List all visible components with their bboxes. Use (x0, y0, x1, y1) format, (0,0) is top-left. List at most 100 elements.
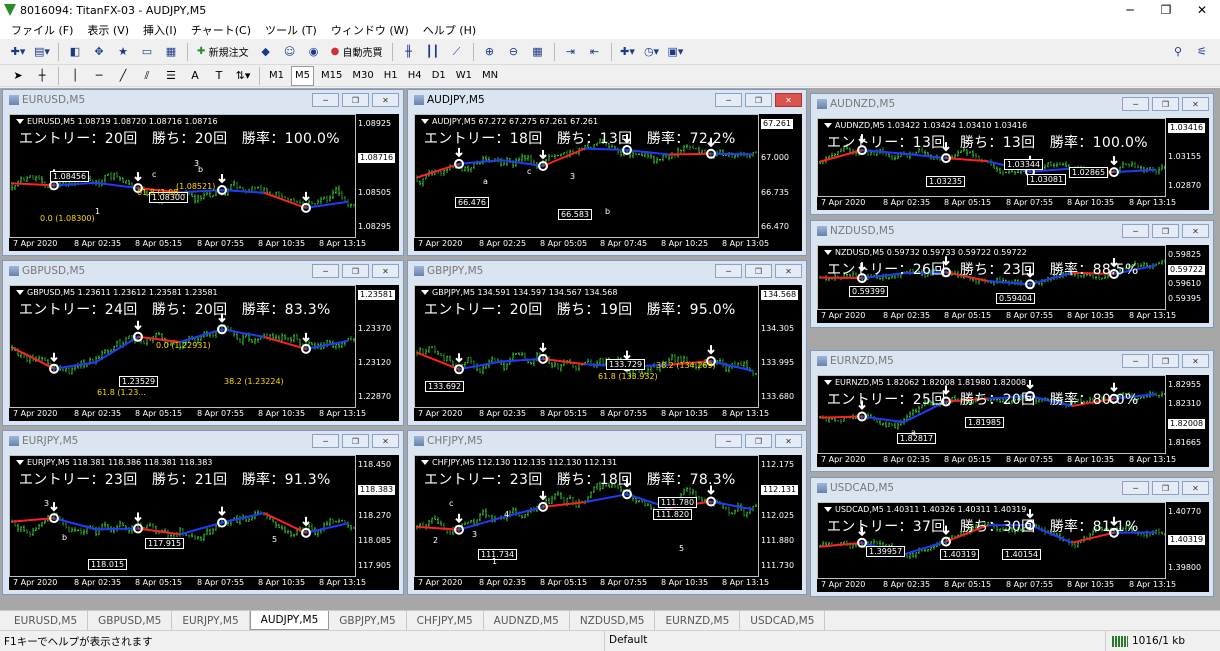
label-icon[interactable]: T (209, 66, 229, 86)
menu-insert[interactable]: 挿入(I) (136, 22, 184, 38)
chart-maximize-button[interactable]: ❐ (342, 93, 369, 107)
market-watch-icon[interactable]: ◧ (65, 42, 85, 62)
arrows-icon[interactable]: ⇅▾ (233, 66, 253, 86)
chart-tab[interactable]: EURNZD,M5 (655, 611, 740, 630)
chart-minimize-button[interactable]: ─ (715, 264, 742, 278)
price-chart[interactable]: CHFJPY,M5 112.130 112.135 112.130 112.13… (414, 455, 802, 590)
tf-h1[interactable]: H1 (381, 66, 401, 86)
cursor-icon[interactable]: ➤ (8, 66, 28, 86)
chart-close-button[interactable]: ✕ (775, 93, 802, 107)
menu-chart[interactable]: チャート(C) (184, 22, 258, 38)
price-chart[interactable]: EURJPY,M5 118.381 118.386 118.381 118.38… (9, 455, 399, 590)
price-chart[interactable]: USDCAD,M5 1.40311 1.40326 1.40311 1.4031… (817, 502, 1209, 592)
price-chart[interactable]: AUDJPY,M5 67.272 67.275 67.261 67.261 エン… (414, 114, 802, 251)
chart-menu-icon[interactable] (16, 460, 24, 465)
menu-file[interactable]: ファイル (F) (4, 22, 80, 38)
chart-window-caption[interactable]: EURJPY,M5 ─ ❐ ✕ (3, 431, 403, 451)
price-chart[interactable]: GBPJPY,M5 134.591 134.597 134.567 134.56… (414, 285, 802, 421)
chart-maximize-button[interactable]: ❐ (745, 434, 772, 448)
chart-window-caption[interactable]: NZDUSD,M5 ─ ❐ ✕ (811, 221, 1213, 241)
chart-minimize-button[interactable]: ─ (1122, 224, 1149, 238)
chart-close-button[interactable]: ✕ (372, 93, 399, 107)
periods-icon[interactable]: ◷▾ (642, 42, 662, 62)
chart-menu-icon[interactable] (421, 290, 429, 295)
chart-close-button[interactable]: ✕ (775, 434, 802, 448)
crosshair-icon[interactable]: ✥ (89, 42, 109, 62)
chart-window[interactable]: EURJPY,M5 ─ ❐ ✕ EURJPY,M5 118.381 118.38… (2, 430, 404, 595)
chart-window[interactable]: USDCAD,M5 ─ ❐ ✕ USDCAD,M5 1.40311 1.4032… (810, 477, 1214, 597)
vertical-line-icon[interactable]: │ (65, 66, 85, 86)
tf-m15[interactable]: M15 (318, 66, 345, 86)
chart-minimize-button[interactable]: ─ (1122, 481, 1149, 495)
chart-window-caption[interactable]: EURUSD,M5 ─ ❐ ✕ (3, 90, 403, 110)
chart-tab[interactable]: GBPUSD,M5 (88, 611, 172, 630)
chart-close-button[interactable]: ✕ (1182, 354, 1209, 368)
chart-maximize-button[interactable]: ❐ (745, 264, 772, 278)
chart-window-caption[interactable]: AUDNZD,M5 ─ ❐ ✕ (811, 94, 1213, 114)
chart-shift-icon[interactable]: ⇤ (585, 42, 605, 62)
tester-icon[interactable]: ▦ (161, 42, 181, 62)
chart-tab[interactable]: EURUSD,M5 (4, 611, 88, 630)
chart-maximize-button[interactable]: ❐ (342, 264, 369, 278)
chart-menu-icon[interactable] (824, 507, 832, 512)
chart-window-caption[interactable]: USDCAD,M5 ─ ❐ ✕ (811, 478, 1213, 498)
text-icon[interactable]: A (185, 66, 205, 86)
auto-trade-button[interactable]: ● 自動売買 (328, 42, 386, 62)
terminal-icon[interactable]: ▭ (137, 42, 157, 62)
chart-menu-icon[interactable] (421, 119, 429, 124)
minimize-button[interactable]: ─ (1112, 0, 1148, 20)
chart-window[interactable]: AUDJPY,M5 ─ ❐ ✕ AUDJPY,M5 67.272 67.275 … (407, 89, 807, 256)
signal-icon[interactable]: ◉ (304, 42, 324, 62)
chart-minimize-button[interactable]: ─ (312, 93, 339, 107)
fibonacci-icon[interactable]: ☰ (161, 66, 181, 86)
trendline-icon[interactable]: ╱ (113, 66, 133, 86)
chart-close-button[interactable]: ✕ (775, 264, 802, 278)
chart-tab[interactable]: AUDNZD,M5 (484, 611, 570, 630)
chart-tab[interactable]: AUDJPY,M5 (250, 611, 330, 630)
price-chart[interactable]: AUDNZD,M5 1.03422 1.03424 1.03410 1.0341… (817, 118, 1209, 210)
chart-minimize-button[interactable]: ─ (1122, 97, 1149, 111)
chart-menu-icon[interactable] (824, 123, 832, 128)
chart-close-button[interactable]: ✕ (1182, 97, 1209, 111)
chart-maximize-button[interactable]: ❐ (1152, 224, 1179, 238)
chart-menu-icon[interactable] (824, 380, 832, 385)
chart-window[interactable]: NZDUSD,M5 ─ ❐ ✕ NZDUSD,M5 0.59732 0.5973… (810, 220, 1214, 328)
chart-close-button[interactable]: ✕ (1182, 224, 1209, 238)
chart-close-button[interactable]: ✕ (1182, 481, 1209, 495)
crosshair-tool-icon[interactable]: ┼ (32, 66, 52, 86)
line-chart-icon[interactable]: ⟋ (447, 42, 467, 62)
chart-window-caption[interactable]: GBPJPY,M5 ─ ❐ ✕ (408, 261, 806, 281)
menu-window[interactable]: ウィンドウ (W) (324, 22, 416, 38)
tf-d1[interactable]: D1 (429, 66, 449, 86)
tf-w1[interactable]: W1 (453, 66, 475, 86)
tf-h4[interactable]: H4 (405, 66, 425, 86)
options-icon[interactable]: ⚟ (1192, 42, 1212, 62)
expert-icon[interactable]: ◆ (256, 42, 276, 62)
chart-menu-icon[interactable] (16, 119, 24, 124)
tf-m5[interactable]: M5 (291, 66, 314, 86)
chart-tab[interactable]: EURJPY,M5 (172, 611, 249, 630)
price-chart[interactable]: EURNZD,M5 1.82062 1.82008 1.81980 1.8200… (817, 375, 1209, 467)
chart-window-caption[interactable]: CHFJPY,M5 ─ ❐ ✕ (408, 431, 806, 451)
profiles-icon[interactable]: ▤▾ (32, 42, 52, 62)
chart-menu-icon[interactable] (824, 250, 832, 255)
menu-help[interactable]: ヘルプ (H) (416, 22, 483, 38)
navigator-icon[interactable]: ★ (113, 42, 133, 62)
new-chart-icon[interactable]: ✚▾ (8, 42, 28, 62)
tf-mn[interactable]: MN (479, 66, 501, 86)
chart-maximize-button[interactable]: ❐ (1152, 481, 1179, 495)
chart-minimize-button[interactable]: ─ (312, 264, 339, 278)
candles-icon[interactable]: ┃┃ (423, 42, 443, 62)
chart-tab[interactable]: NZDUSD,M5 (570, 611, 656, 630)
chart-maximize-button[interactable]: ❐ (1152, 354, 1179, 368)
menu-tools[interactable]: ツール (T) (258, 22, 324, 38)
chart-window[interactable]: GBPJPY,M5 ─ ❐ ✕ GBPJPY,M5 134.591 134.59… (407, 260, 807, 426)
zoom-in-icon[interactable]: ⊕ (480, 42, 500, 62)
chart-window-caption[interactable]: EURNZD,M5 ─ ❐ ✕ (811, 351, 1213, 371)
zoom-out-icon[interactable]: ⊖ (504, 42, 524, 62)
user-icon[interactable]: ☺ (280, 42, 300, 62)
chart-close-button[interactable]: ✕ (372, 264, 399, 278)
search-icon[interactable]: ⚲ (1168, 42, 1188, 62)
chart-window[interactable]: EURNZD,M5 ─ ❐ ✕ EURNZD,M5 1.82062 1.8200… (810, 350, 1214, 472)
price-chart[interactable]: NZDUSD,M5 0.59732 0.59733 0.59722 0.5972… (817, 245, 1209, 323)
